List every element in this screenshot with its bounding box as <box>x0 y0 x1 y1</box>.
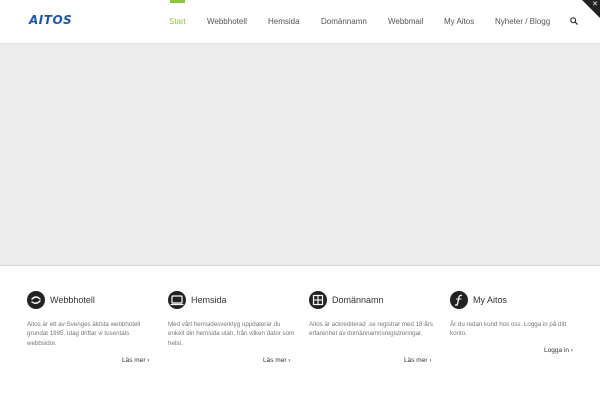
site-header: AITOS Start Webbhotell Hemsida Domännamn… <box>0 0 600 44</box>
feature-title: Domännamn <box>332 295 384 305</box>
close-icon: ✕ <box>592 1 598 8</box>
login-link-my-aitos[interactable]: Logga in › <box>544 347 573 354</box>
nav-item-my-aitos[interactable]: My Aitos <box>444 0 474 43</box>
hero-banner <box>0 44 600 266</box>
nav-item-domannamn[interactable]: Domännamn <box>321 0 367 43</box>
aitos-logo[interactable]: AITOS <box>29 13 72 27</box>
nav-item-webbhotell[interactable]: Webbhotell <box>207 0 247 43</box>
feature-title: My Aitos <box>473 295 508 305</box>
read-more-link-domannamn[interactable]: Läs mer › <box>404 357 431 364</box>
feature-title: Hemsida <box>191 295 227 305</box>
read-more-link-hemsida[interactable]: Läs mer › <box>263 357 290 364</box>
read-more-link-webbhotell[interactable]: Läs mer › <box>122 357 149 364</box>
nav-item-start[interactable]: Start <box>169 0 186 43</box>
feature-text: Aitos är ett av Svenges äldsta webbhotel… <box>27 321 141 347</box>
server-icon <box>309 291 327 309</box>
nav-item-webbmail[interactable]: Webbmail <box>388 0 423 43</box>
feature-text: Aitos är ackrediterad .se registrar med … <box>309 321 433 338</box>
search-icon[interactable] <box>570 17 578 25</box>
monitor-icon <box>168 291 186 309</box>
nav-item-hemsida[interactable]: Hemsida <box>268 0 300 43</box>
refresh-circle-icon <box>27 291 45 309</box>
nav-item-nyheter-blogg[interactable]: Nyheter / Blogg <box>495 0 550 43</box>
feature-title: Webbhotell <box>50 295 95 305</box>
function-icon <box>450 291 468 309</box>
feature-text: Är du redan kund hos oss. Logga in på di… <box>450 321 567 338</box>
feature-text: Med vårt hemsidesverktyg uppdaterar du e… <box>168 321 295 347</box>
